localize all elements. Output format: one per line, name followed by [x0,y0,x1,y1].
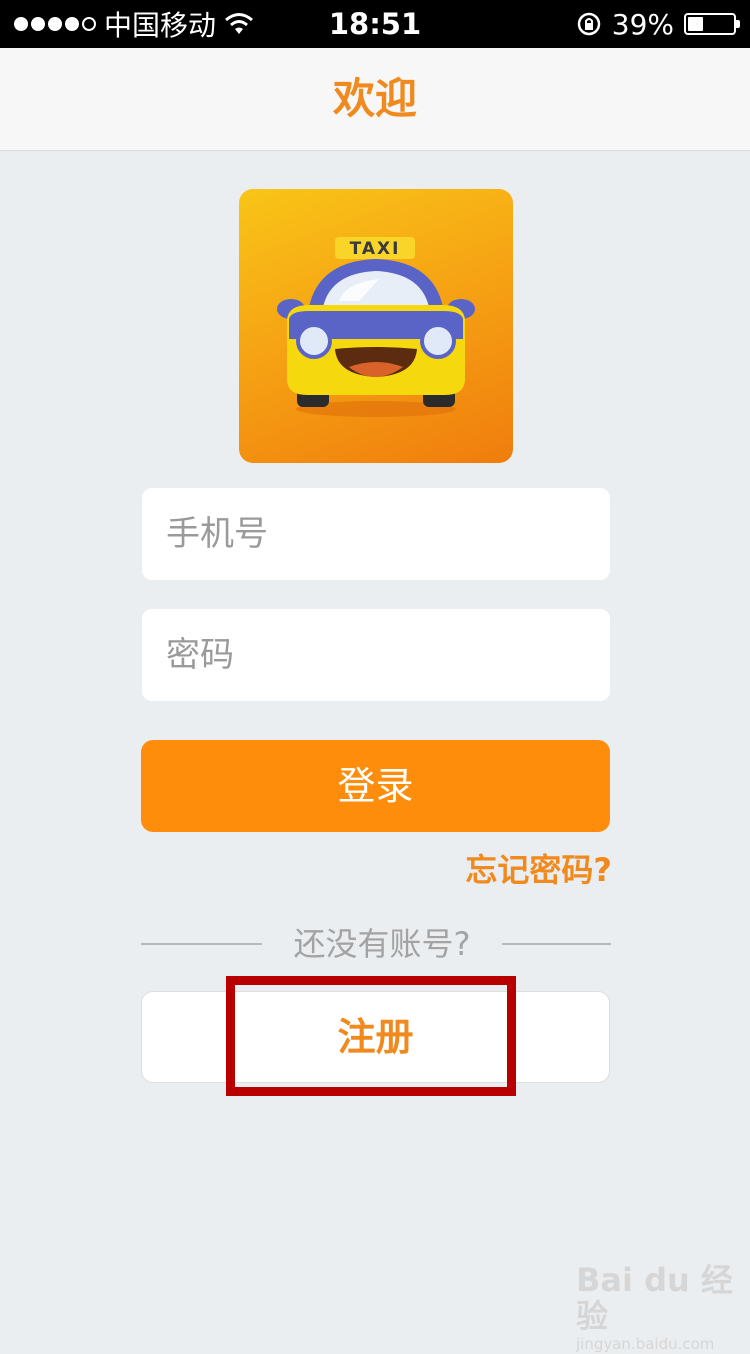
phone-input[interactable] [142,488,610,580]
rotation-lock-icon [577,12,601,36]
status-bar: 中国移动 18:51 39% [0,0,750,48]
taxi-logo: TAXI [239,189,513,463]
divider-left [141,943,262,945]
battery-percent: 39% [611,7,674,41]
taxi-sign-label: TAXI [350,239,401,259]
navigation-bar: 欢迎 [0,48,750,151]
highlight-annotation-box [226,976,516,1096]
no-account-prompt: 还没有账号? [293,925,471,963]
status-right: 39% [576,0,740,48]
watermark-sub: jingyan.baidu.com [576,1335,715,1353]
password-input[interactable] [142,609,610,701]
login-button[interactable]: 登录 [141,740,610,832]
page-title: 欢迎 [332,74,417,123]
divider-right [502,943,611,945]
baidu-jingyan-watermark: Bai du 经验 jingyan.baidu.com [576,1262,750,1354]
watermark-main: Bai du 经验 [576,1261,733,1335]
taxi-car-icon: TAXI [277,237,475,417]
forgot-password-link[interactable]: 忘记密码? [465,848,612,892]
battery-icon [684,13,740,35]
battery-fill [688,17,703,31]
